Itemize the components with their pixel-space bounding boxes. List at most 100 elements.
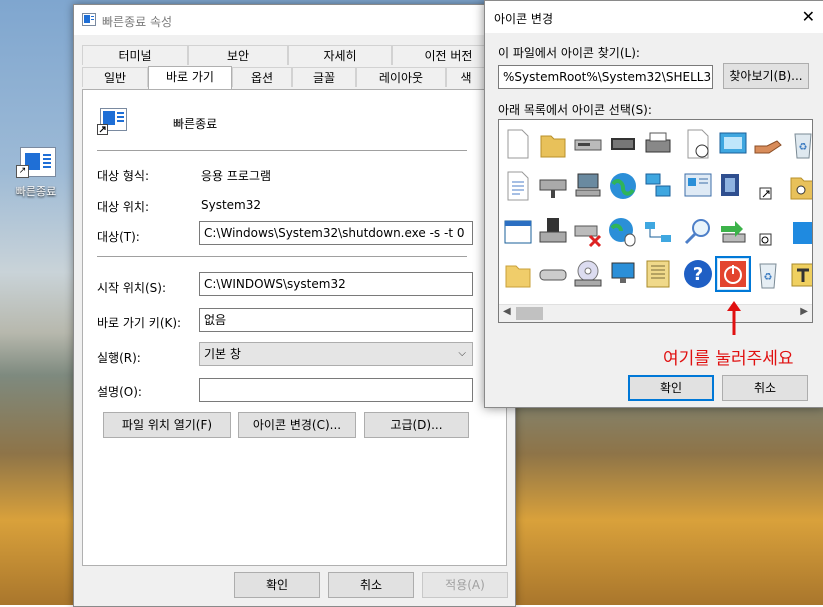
- scroll-left-icon[interactable]: ◀: [503, 306, 511, 317]
- arrow-back-icon[interactable]: [717, 216, 749, 248]
- apply-button[interactable]: 적용(A): [422, 572, 508, 598]
- shortcut-tab-panel: 빠른종료 대상 형식: 응용 프로그램 대상 위치: System32 대상(T…: [82, 89, 507, 566]
- printer-icon[interactable]: [642, 128, 674, 160]
- tab-font[interactable]: 글꼴: [292, 67, 356, 87]
- comment-label: 설명(O):: [97, 385, 142, 399]
- window-app-icon: [82, 13, 96, 26]
- start-in-field[interactable]: C:\WINDOWS\system32: [199, 272, 473, 296]
- help-icon[interactable]: ?: [682, 258, 714, 290]
- hotkey-field[interactable]: 없음: [199, 308, 473, 332]
- tools-icon[interactable]: [787, 258, 812, 290]
- red-arrow-icon: [727, 301, 741, 335]
- change-icon-titlebar[interactable]: 아이콘 변경 ✕: [485, 1, 823, 33]
- target-location-value: System32: [201, 198, 262, 212]
- icon-list[interactable]: ♻? ♻ ◀ ▶: [498, 119, 813, 323]
- start-in-label: 시작 위치(S):: [97, 281, 166, 295]
- shortcut-name: 빠른종료: [173, 117, 218, 131]
- magnifier-icon[interactable]: [682, 216, 714, 248]
- tab-options[interactable]: 옵션: [232, 67, 292, 87]
- tab-layout[interactable]: 레이아웃: [356, 67, 446, 87]
- divider: [97, 256, 467, 257]
- svg-text:♻: ♻: [764, 272, 773, 283]
- comment-field[interactable]: [199, 378, 473, 402]
- floppy-disk-icon[interactable]: [537, 216, 569, 248]
- tab-security[interactable]: 보안: [188, 45, 288, 65]
- network-computers-icon[interactable]: [642, 170, 674, 202]
- text-document-icon[interactable]: [502, 170, 534, 202]
- run-select-value: 기본 창: [204, 347, 241, 361]
- icon-file-field[interactable]: %SystemRoot%\System32\SHELL32.d: [498, 65, 713, 89]
- desktop-shortcut-label: 빠른종료: [15, 185, 57, 198]
- change-icon-dialog: 아이콘 변경 ✕ 이 파일에서 아이콘 찾기(L): %SystemRoot%\…: [484, 0, 823, 408]
- open-file-location-button[interactable]: 파일 위치 열기(F): [103, 412, 231, 438]
- folder-icon[interactable]: [537, 128, 569, 160]
- browse-button[interactable]: 찾아보기(B)...: [723, 63, 809, 89]
- icon-list-label: 아래 목록에서 아이콘 선택(S):: [498, 103, 652, 117]
- network-icon[interactable]: [642, 216, 674, 248]
- shortcut-large-icon: [97, 108, 127, 135]
- control-panel-icon[interactable]: [682, 170, 714, 202]
- search-folder-icon[interactable]: [787, 170, 812, 202]
- memory-chip-icon[interactable]: [607, 128, 639, 160]
- cancel-button[interactable]: 취소: [722, 375, 808, 401]
- target-type-label: 대상 형식:: [97, 169, 150, 183]
- advanced-button[interactable]: 고급(D)...: [364, 412, 469, 438]
- target-type-value: 응용 프로그램: [201, 169, 272, 183]
- disconnected-drive-icon[interactable]: [572, 216, 604, 248]
- clock-shortcut-icon[interactable]: [752, 216, 784, 248]
- hotkey-label: 바로 가기 키(K):: [97, 316, 182, 330]
- power-icon[interactable]: [715, 256, 751, 292]
- scroll-thumb[interactable]: [516, 307, 543, 320]
- shortcut-arrow-icon[interactable]: [752, 170, 784, 202]
- removable-drive-icon[interactable]: [537, 258, 569, 290]
- monitor-icon[interactable]: [607, 258, 639, 290]
- blue-square-icon[interactable]: [787, 216, 812, 248]
- scroll-right-icon[interactable]: ▶: [800, 306, 808, 317]
- hand-share-icon[interactable]: [752, 128, 784, 160]
- recycle-bin-icon[interactable]: ♻: [787, 128, 812, 160]
- network-drive-icon[interactable]: [537, 170, 569, 202]
- close-icon[interactable]: ✕: [802, 7, 815, 26]
- change-icon-title: 아이콘 변경: [494, 12, 554, 26]
- recycle-bin-empty-icon[interactable]: ♻: [752, 258, 784, 290]
- blank-document-icon[interactable]: [502, 128, 534, 160]
- globe-icon[interactable]: [607, 170, 639, 202]
- svg-text:?: ?: [693, 264, 703, 285]
- cd-drive-icon[interactable]: [572, 258, 604, 290]
- tab-general[interactable]: 일반: [82, 67, 148, 87]
- window-icon[interactable]: [502, 216, 534, 248]
- properties-title: 빠른종료 속성: [102, 15, 173, 29]
- file-label: 이 파일에서 아이콘 찾기(L):: [498, 46, 640, 60]
- ok-button[interactable]: 확인: [628, 375, 714, 401]
- shortcut-app-icon: ↗: [16, 145, 56, 179]
- change-icon-button[interactable]: 아이콘 변경(C)...: [238, 412, 356, 438]
- tab-terminal[interactable]: 터미널: [82, 45, 188, 65]
- run-label: 실행(R):: [97, 351, 141, 365]
- shortcut-arrow-icon: ↗: [16, 165, 29, 178]
- cancel-button[interactable]: 취소: [328, 572, 414, 598]
- run-select[interactable]: 기본 창 ⌵: [199, 342, 473, 366]
- divider: [97, 150, 467, 151]
- target-location-label: 대상 위치:: [97, 200, 150, 214]
- clock-document-icon[interactable]: [682, 128, 714, 160]
- horizontal-scrollbar[interactable]: ◀ ▶: [499, 304, 812, 322]
- display-window-icon[interactable]: [717, 128, 749, 160]
- computer-icon[interactable]: [572, 170, 604, 202]
- help-book-icon[interactable]: [717, 170, 749, 202]
- yellow-folder-icon[interactable]: [502, 258, 534, 290]
- target-field[interactable]: C:\Windows\System32\shutdown.exe -s -t 0: [199, 221, 473, 245]
- ok-button[interactable]: 확인: [234, 572, 320, 598]
- tab-details[interactable]: 자세히: [288, 45, 392, 65]
- tab-colors[interactable]: 색: [446, 67, 486, 87]
- chevron-down-icon: ⌵: [458, 348, 466, 359]
- tab-shortcut[interactable]: 바로 가기: [148, 66, 232, 89]
- tab-row-back: 터미널 보안 자세히 이전 버전: [82, 45, 505, 65]
- target-label: 대상(T):: [97, 230, 140, 244]
- desktop-shortcut[interactable]: ↗ 빠른종료: [8, 145, 64, 199]
- properties-dialog: 빠른종료 속성 터미널 보안 자세히 이전 버전 일반 바로 가기 옵션 글꼴 …: [73, 4, 516, 607]
- grid-folder-icon[interactable]: [642, 258, 674, 290]
- svg-text:♻: ♻: [799, 142, 808, 153]
- properties-titlebar[interactable]: 빠른종료 속성: [74, 5, 515, 35]
- drive-icon[interactable]: [572, 128, 604, 160]
- globe-mouse-icon[interactable]: [607, 216, 639, 248]
